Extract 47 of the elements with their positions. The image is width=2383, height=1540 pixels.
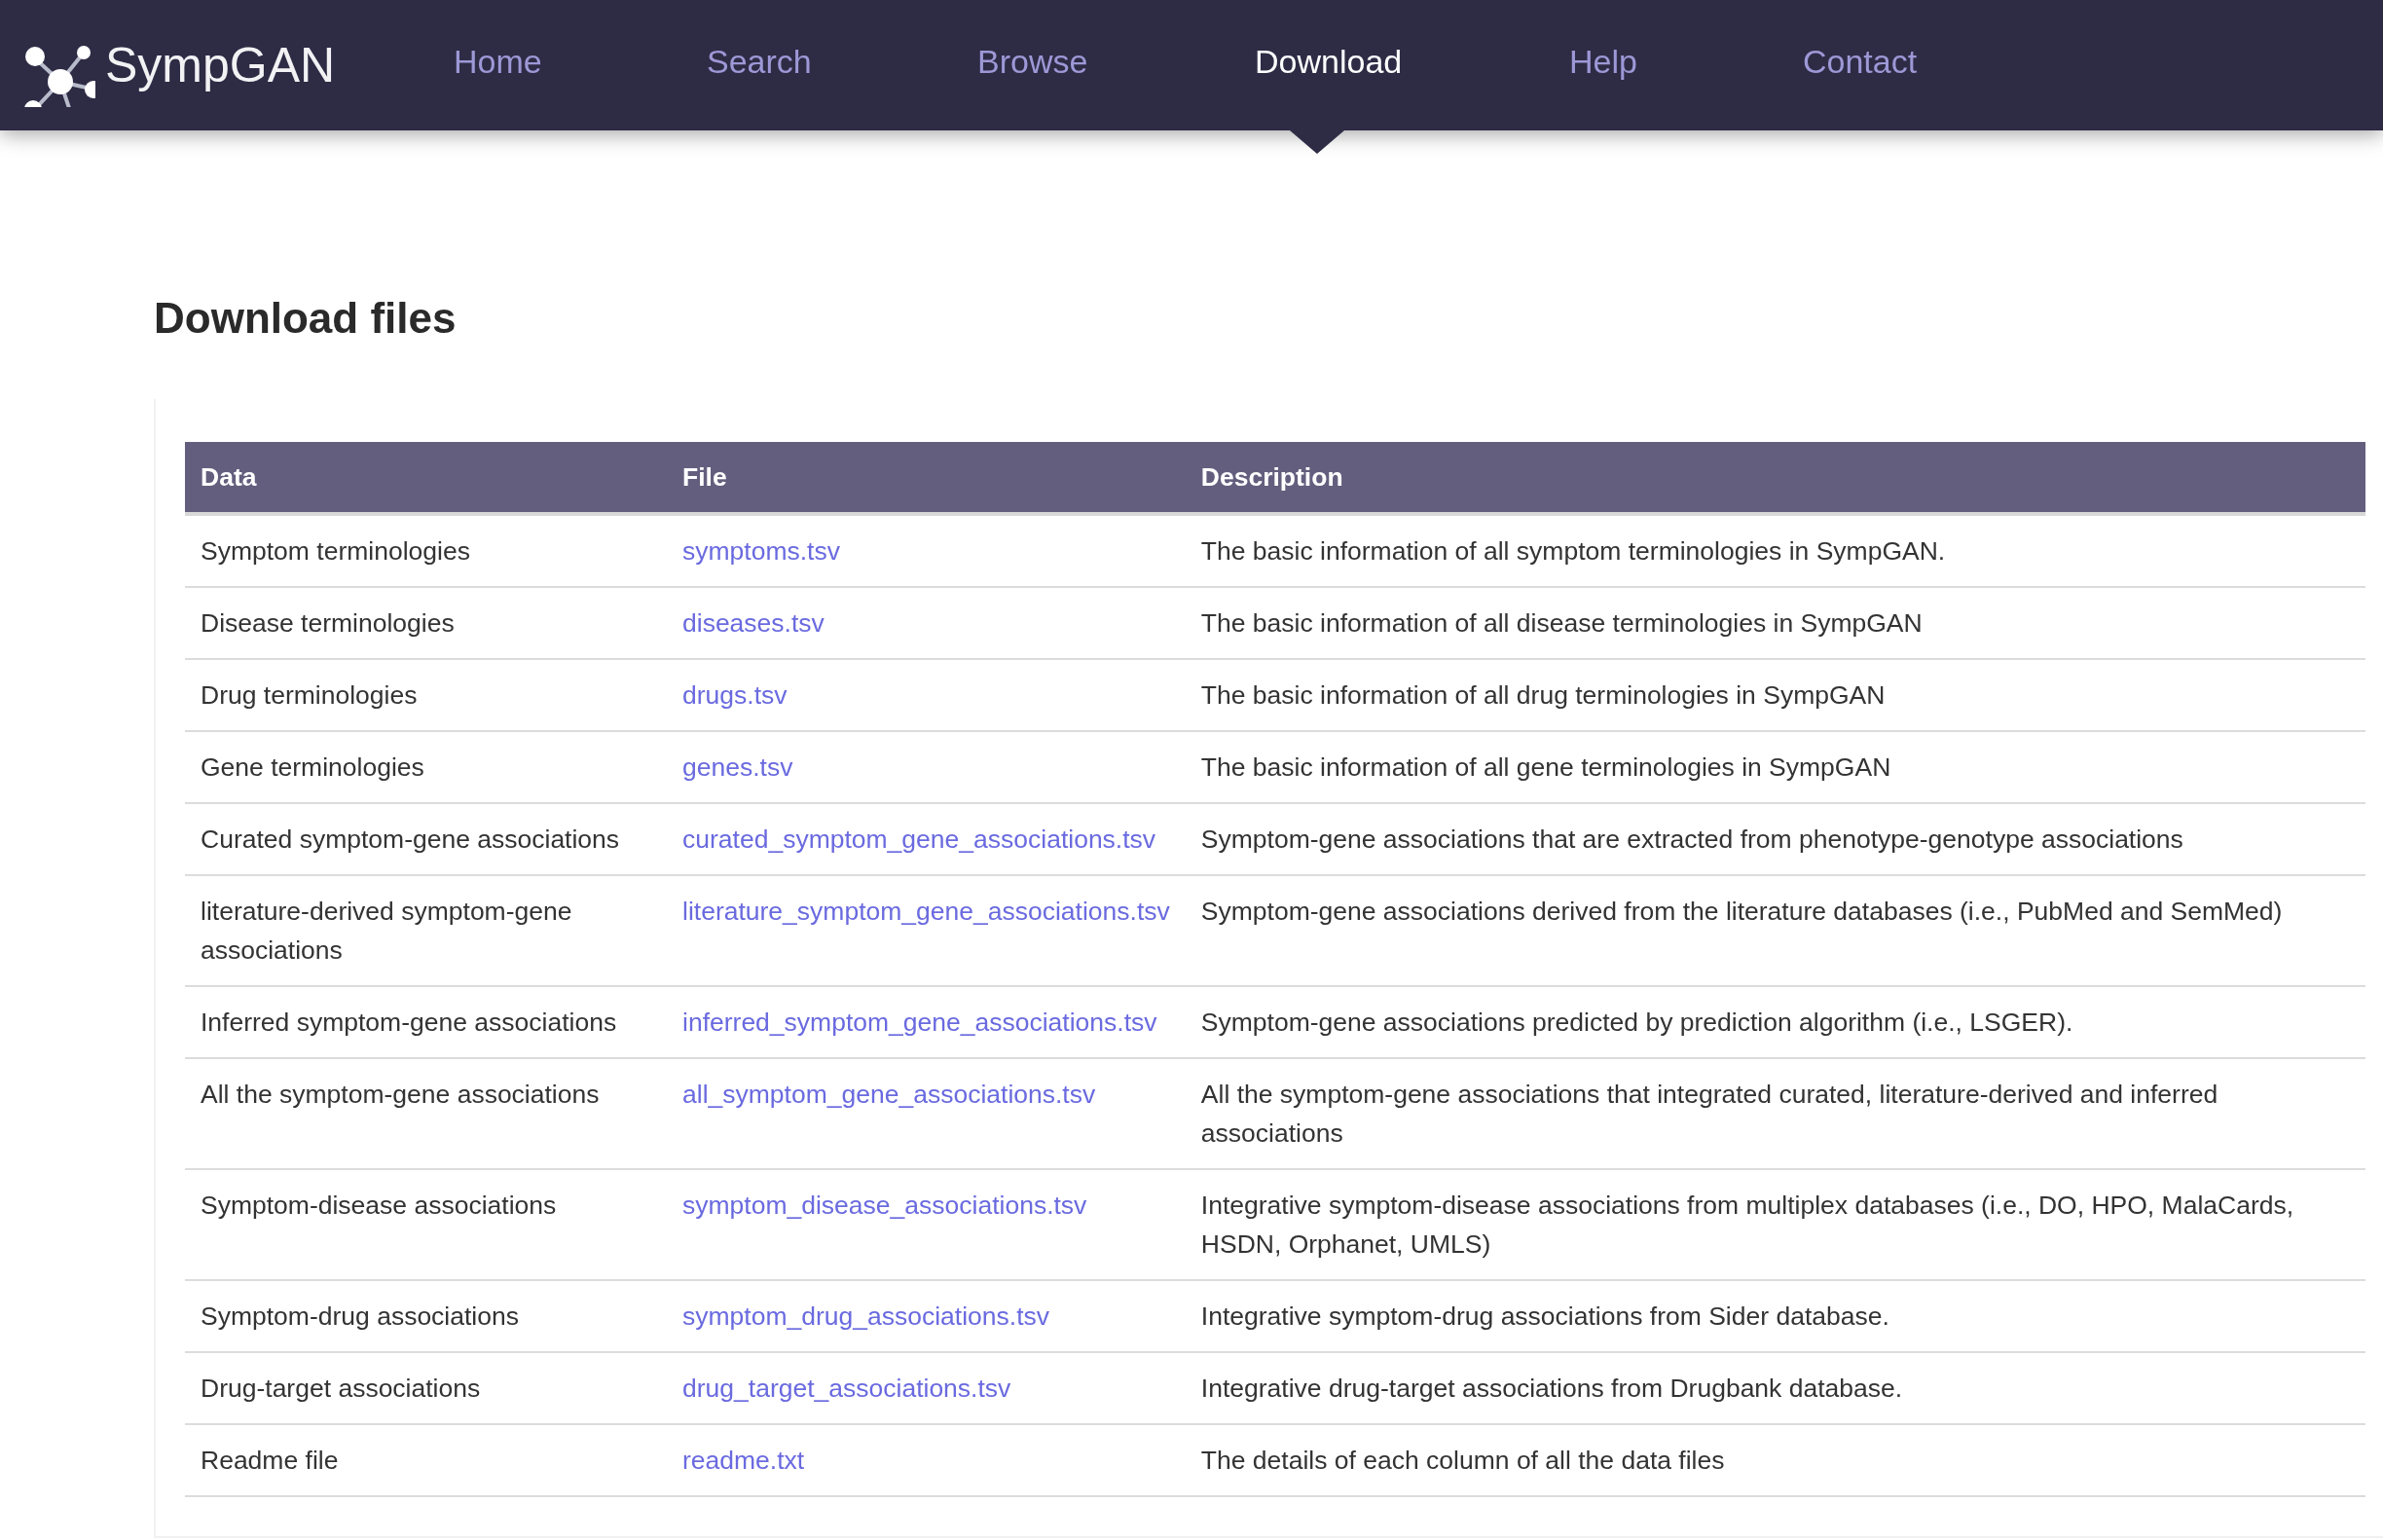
- page-title: Download files: [154, 293, 458, 344]
- nav-tab[interactable]: Contact: [1803, 0, 1918, 154]
- table-cell: All the symptom-gene associations that integrated curated, literature-derived and inferred associations: [1200, 1080, 2218, 1148]
- table-cell: Drug-target associations: [201, 1374, 481, 1403]
- file-link[interactable]: diseases.tsv: [682, 608, 825, 638]
- column-header: Data: [201, 461, 257, 492]
- table-cell: Symptom-drug associations: [201, 1302, 519, 1331]
- table-cell: Symptom terminologies: [201, 536, 470, 566]
- file-link[interactable]: all_symptom_gene_associations.tsv: [682, 1080, 1096, 1109]
- table-cell: Readme file: [201, 1446, 339, 1475]
- table-cell: Integrative drug-target associations from Drugbank database.: [1200, 1374, 1903, 1403]
- file-link[interactable]: inferred_symptom_gene_associations.tsv: [682, 1008, 1157, 1037]
- column-header: File: [682, 461, 727, 492]
- table-cell: The basic information of all disease terminologies in SympGAN: [1200, 608, 1923, 638]
- nav-tab[interactable]: Help: [1569, 0, 1803, 154]
- table-cell: The basic information of all drug terminologies in SympGAN: [1200, 680, 1886, 710]
- column-header: Description: [1200, 461, 1343, 492]
- table-cell: The basic information of all symptom terminologies in SympGAN.: [1200, 536, 1946, 566]
- table-cell: Inferred symptom-gene associations: [201, 1008, 617, 1037]
- file-link[interactable]: drug_target_associations.tsv: [682, 1374, 1011, 1403]
- table-cell: The details of each column of all the data files: [1200, 1446, 1725, 1475]
- nav-tab[interactable]: Search: [707, 0, 977, 154]
- table-cell: literature-derived symptom-gene associations: [201, 897, 572, 965]
- table-cell: Gene terminologies: [201, 752, 424, 782]
- file-link[interactable]: symptom_drug_associations.tsv: [682, 1302, 1050, 1331]
- table-cell: Symptom-gene associations that are extracted from phenotype-genotype associations: [1200, 825, 2183, 854]
- file-link[interactable]: literature_symptom_gene_associations.tsv: [682, 897, 1170, 926]
- table-cell: Symptom-gene associations derived from the literature databases (i.e., PubMed and SemMed): [1200, 897, 2283, 926]
- table-cell: Disease terminologies: [201, 608, 455, 638]
- table-cell: Symptom-disease associations: [201, 1191, 557, 1220]
- file-link[interactable]: drugs.tsv: [682, 680, 788, 710]
- file-link[interactable]: symptoms.tsv: [682, 536, 840, 566]
- table-cell: All the symptom-gene associations: [201, 1080, 600, 1109]
- nav-tab[interactable]: Home: [454, 0, 707, 154]
- file-link[interactable]: symptom_disease_associations.tsv: [682, 1191, 1087, 1220]
- table-cell: Curated symptom-gene associations: [201, 825, 620, 854]
- table-cell: Symptom-gene associations predicted by prediction algorithm (i.e., LSGER).: [1200, 1008, 2073, 1037]
- nav-tab[interactable]: Download: [1255, 0, 1569, 154]
- file-link[interactable]: readme.txt: [682, 1446, 805, 1475]
- table-cell: Integrative symptom-drug associations from Sider database.: [1200, 1302, 1889, 1331]
- file-link[interactable]: genes.tsv: [682, 752, 793, 782]
- table-cell: Drug terminologies: [201, 680, 418, 710]
- site-name[interactable]: SympGAN: [105, 37, 336, 93]
- table-cell: Integrative symptom-disease associations from multiplex databases (i.e., DO, HPO, MalaCards, HSDN, Orphanet, UMLS): [1200, 1191, 2294, 1259]
- file-link[interactable]: curated_symptom_gene_associations.tsv: [682, 825, 1156, 854]
- nav-tab[interactable]: Browse: [977, 0, 1255, 154]
- table-cell: The basic information of all gene terminologies in SympGAN: [1200, 752, 1891, 782]
